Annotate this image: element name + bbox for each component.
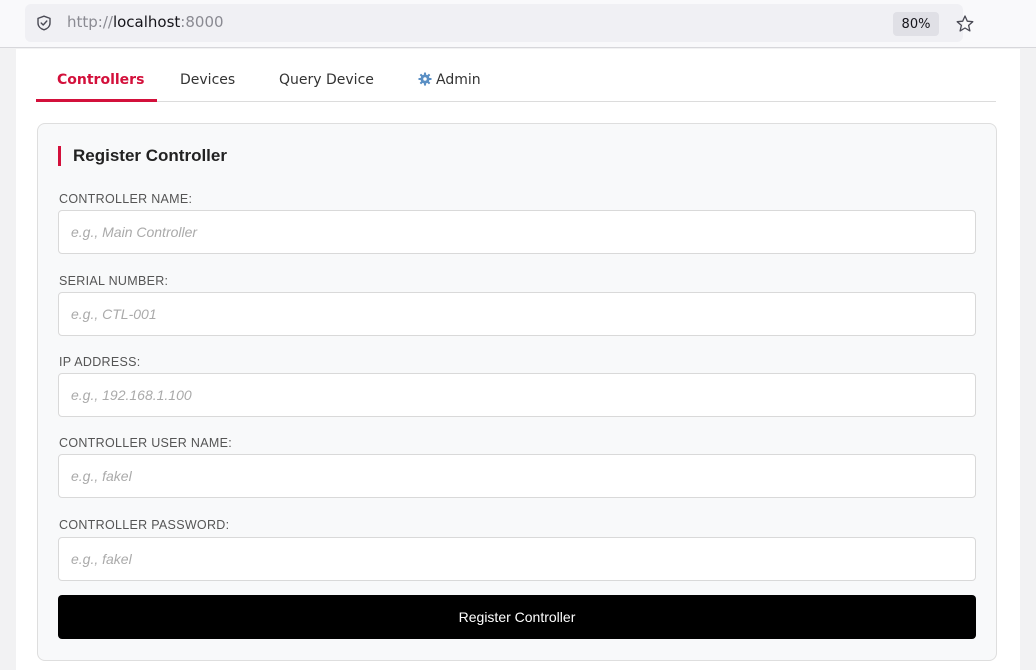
controller-password-label: CONTROLLER PASSWORD: [59, 518, 230, 532]
controller-user-name-input[interactable] [58, 454, 976, 498]
register-controller-button[interactable]: Register Controller [58, 595, 976, 639]
tab-devices[interactable]: Devices [180, 72, 235, 88]
shield-icon[interactable] [36, 15, 52, 31]
url-scheme: http:// [67, 13, 113, 31]
card-title-text: Register Controller [73, 146, 227, 165]
controller-name-label: CONTROLLER NAME: [59, 192, 193, 206]
tab-bar: Controllers Devices Query Device Admin [36, 49, 996, 102]
url-host: localhost [112, 13, 181, 31]
page-content: Controllers Devices Query Device Admin R… [16, 49, 1020, 670]
tab-query-device[interactable]: Query Device [279, 72, 374, 88]
ip-address-input[interactable] [58, 373, 976, 417]
zoom-level-button[interactable]: 80% [893, 12, 939, 36]
serial-number-input[interactable] [58, 292, 976, 336]
controller-user-name-label: CONTROLLER USER NAME: [59, 436, 232, 450]
star-icon[interactable] [955, 14, 975, 34]
url-port: :8000 [180, 13, 224, 31]
active-tab-indicator [36, 99, 157, 102]
ip-address-label: IP ADDRESS: [59, 355, 141, 369]
tab-admin-label: Admin [436, 72, 481, 88]
tab-controllers[interactable]: Controllers [57, 72, 144, 88]
controller-password-input[interactable] [58, 537, 976, 581]
url-text[interactable]: http://localhost:8000 [67, 13, 224, 31]
browser-toolbar: http://localhost:8000 80% [0, 0, 1036, 48]
address-bar[interactable]: http://localhost:8000 80% [25, 4, 974, 42]
register-controller-card: Register Controller CONTROLLER NAME: SER… [37, 123, 997, 661]
title-accent-bar [58, 146, 61, 166]
controller-name-input[interactable] [58, 210, 976, 254]
serial-number-label: SERIAL NUMBER: [59, 274, 169, 288]
card-title: Register Controller [58, 146, 227, 166]
tab-admin[interactable]: Admin [418, 72, 481, 88]
gear-icon [418, 72, 432, 86]
